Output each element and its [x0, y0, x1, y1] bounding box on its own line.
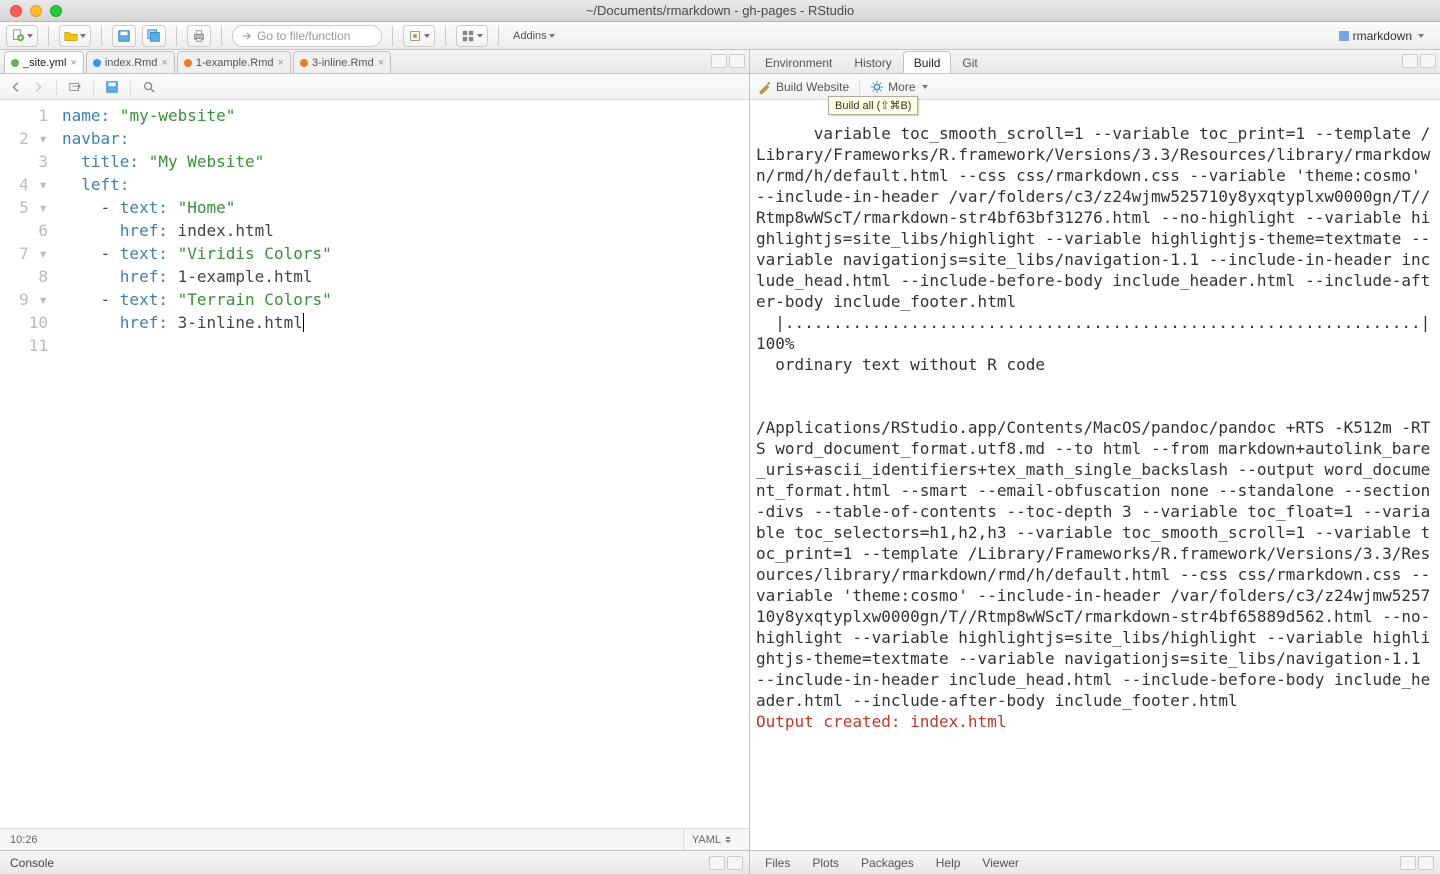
minimize-pane-button[interactable]	[1400, 856, 1416, 870]
build-website-button[interactable]: Build Website	[758, 80, 849, 94]
file-tab[interactable]: 1-example.Rmd ×	[177, 51, 291, 73]
more-label: More	[888, 80, 915, 94]
editor-toolbar	[0, 74, 749, 100]
pane-tab[interactable]: Environment	[754, 51, 843, 73]
pane-tab[interactable]: Build	[903, 51, 952, 73]
maximize-pane-button[interactable]	[729, 54, 745, 68]
caret-down-icon	[424, 34, 430, 38]
arrow-icon	[241, 30, 253, 42]
pane-tab[interactable]: Help	[925, 852, 972, 874]
project-icon	[1339, 31, 1349, 41]
file-tab-label: 1-example.Rmd	[196, 57, 274, 69]
maximize-pane-button[interactable]	[1420, 54, 1436, 68]
pane-tab[interactable]: Git	[951, 51, 988, 73]
file-type-icon	[300, 59, 308, 67]
file-tab[interactable]: index.Rmd×	[86, 51, 175, 73]
build-output[interactable]: variable toc_smooth_scroll=1 --variable …	[750, 100, 1440, 850]
file-type-icon	[93, 59, 101, 67]
grid-button[interactable]	[456, 25, 488, 47]
cursor-position: 10:26	[10, 834, 38, 846]
pane-tab[interactable]: Viewer	[971, 852, 1029, 874]
project-name: rmarkdown	[1353, 29, 1412, 43]
show-in-new-window-button[interactable]	[67, 79, 83, 95]
more-menu[interactable]: More	[870, 80, 927, 94]
file-tab[interactable]: 3-inline.Rmd ×	[293, 51, 391, 73]
file-tab-label: 3-inline.Rmd	[312, 57, 374, 69]
main-toolbar: Go to file/function Addins rmarkdown	[0, 22, 1440, 50]
editor-tabs: _site.yml×index.Rmd×1-example.Rmd×3-inli…	[0, 50, 749, 74]
language-select[interactable]: YAML	[683, 829, 739, 850]
build-tooltip: Build all (⇧⌘B)	[828, 96, 918, 115]
file-type-icon	[184, 59, 192, 67]
language-label: YAML	[692, 834, 721, 846]
caret-down-icon	[27, 34, 33, 38]
caret-down-icon	[1418, 34, 1424, 38]
maximize-pane-button[interactable]	[1418, 856, 1434, 870]
code-content[interactable]: name: "my-website"navbar: title: "My Web…	[56, 100, 749, 828]
addins-label: Addins	[513, 30, 547, 42]
file-tab-label: index.Rmd	[105, 57, 158, 69]
editor-statusbar: 10:26 YAML	[0, 828, 749, 850]
minimize-pane-button[interactable]	[709, 856, 725, 870]
caret-down-icon	[922, 85, 928, 89]
window-title: ~/Documents/rmarkdown - gh-pages - RStud…	[0, 3, 1440, 18]
code-editor[interactable]: 1 2 ▾3 4 ▾5 ▾6 7 ▾8 9 ▾10 11 name: "my-w…	[0, 100, 749, 828]
console-tab[interactable]: Console	[0, 850, 749, 874]
gear-icon	[870, 80, 884, 94]
line-gutter: 1 2 ▾3 4 ▾5 ▾6 7 ▾8 9 ▾10 11	[0, 100, 56, 828]
caret-down-icon	[477, 34, 483, 38]
back-button[interactable]	[8, 79, 24, 95]
close-tab-button[interactable]: ×	[161, 57, 167, 69]
new-file-button[interactable]	[6, 25, 38, 47]
file-type-icon	[11, 59, 19, 67]
build-output-text: variable toc_smooth_scroll=1 --variable …	[756, 124, 1440, 710]
print-button[interactable]	[187, 25, 211, 47]
broom-icon	[758, 80, 772, 94]
save-all-button[interactable]	[142, 25, 166, 47]
pane-tab[interactable]: Plots	[801, 852, 850, 874]
caret-down-icon	[549, 34, 555, 38]
caret-down-icon	[80, 34, 86, 38]
tools-button[interactable]	[403, 25, 435, 47]
build-website-label: Build Website	[776, 80, 849, 94]
close-tab-button[interactable]: ×	[378, 57, 384, 69]
build-toolbar: Build Website More Build all (⇧⌘B)	[750, 74, 1440, 100]
console-label: Console	[10, 856, 54, 870]
goto-file-placeholder: Go to file/function	[257, 29, 350, 43]
find-button[interactable]	[141, 79, 157, 95]
pane-tab[interactable]: Packages	[850, 852, 925, 874]
goto-file-input[interactable]: Go to file/function	[232, 25, 382, 47]
pane-tab[interactable]: Files	[754, 852, 801, 874]
addins-menu[interactable]: Addins	[509, 25, 559, 47]
save-button[interactable]	[104, 79, 120, 95]
open-file-button[interactable]	[59, 25, 91, 47]
close-tab-button[interactable]: ×	[70, 57, 76, 69]
updown-icon	[725, 836, 731, 843]
top-right-tabs: EnvironmentHistoryBuildGit	[750, 50, 1440, 74]
file-tab[interactable]: _site.yml ×	[4, 51, 84, 73]
minimize-pane-button[interactable]	[711, 54, 727, 68]
project-menu[interactable]: rmarkdown	[1329, 25, 1434, 47]
build-output-highlight: Output created: index.html	[756, 712, 1006, 731]
bottom-right-tabs: FilesPlotsPackagesHelpViewer	[750, 850, 1440, 874]
forward-button[interactable]	[30, 79, 46, 95]
file-tab-label: _site.yml	[23, 57, 66, 69]
save-button[interactable]	[112, 25, 136, 47]
minimize-pane-button[interactable]	[1402, 54, 1418, 68]
maximize-pane-button[interactable]	[727, 856, 743, 870]
macos-titlebar: ~/Documents/rmarkdown - gh-pages - RStud…	[0, 0, 1440, 22]
close-tab-button[interactable]: ×	[278, 57, 284, 69]
pane-tab[interactable]: History	[843, 51, 902, 73]
